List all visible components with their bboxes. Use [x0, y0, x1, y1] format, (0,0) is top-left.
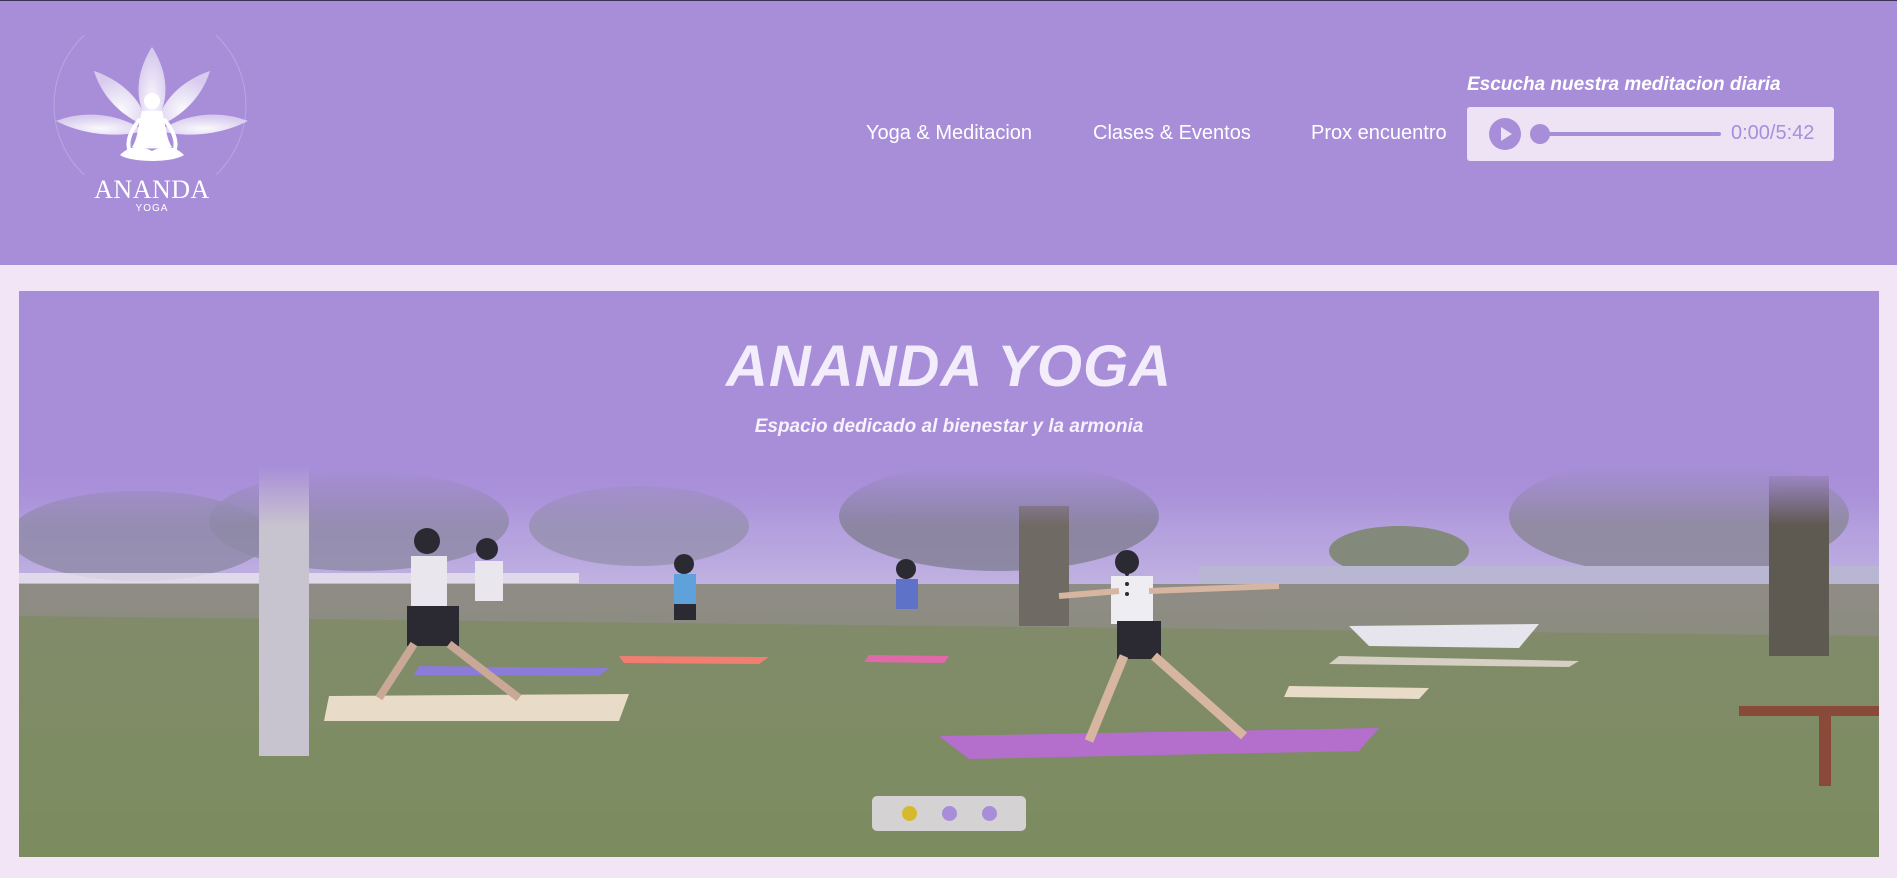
audio-caption: Escucha nuestra meditacion diaria [1467, 74, 1781, 95]
audio-progress-thumb[interactable] [1530, 124, 1550, 144]
nav-prox-encuentro[interactable]: Prox encuentro [1311, 122, 1447, 145]
hero-carousel: ANANDA YOGA Espacio dedicado al bienesta… [19, 291, 1879, 857]
carousel-indicators [872, 796, 1026, 831]
carousel-dot-1[interactable] [902, 806, 917, 821]
lotus-meditation-icon [53, 8, 248, 202]
nav-clases-eventos[interactable]: Clases & Eventos [1093, 122, 1251, 145]
play-icon[interactable] [1489, 118, 1521, 150]
hero-subtitle: Espacio dedicado al bienestar y la armon… [754, 416, 1144, 437]
ananda-logo[interactable]: ANANDA YOGA [52, 8, 252, 221]
nav-yoga-meditacion[interactable]: Yoga & Meditacion [866, 122, 1032, 145]
audio-player: 0:00/5:42 [1467, 107, 1834, 161]
logo-subtitle: YOGA [135, 203, 169, 214]
carousel-dot-2[interactable] [942, 806, 957, 821]
carousel-dot-3[interactable] [982, 806, 997, 821]
site-header: ANANDA YOGA Yoga & Meditacion Clases & E… [0, 1, 1897, 265]
audio-time: 0:00/5:42 [1731, 122, 1815, 144]
audio-progress-track[interactable] [1537, 132, 1721, 136]
hero-title: ANANDA YOGA [725, 334, 1173, 399]
logo-name: ANANDA [94, 175, 210, 204]
